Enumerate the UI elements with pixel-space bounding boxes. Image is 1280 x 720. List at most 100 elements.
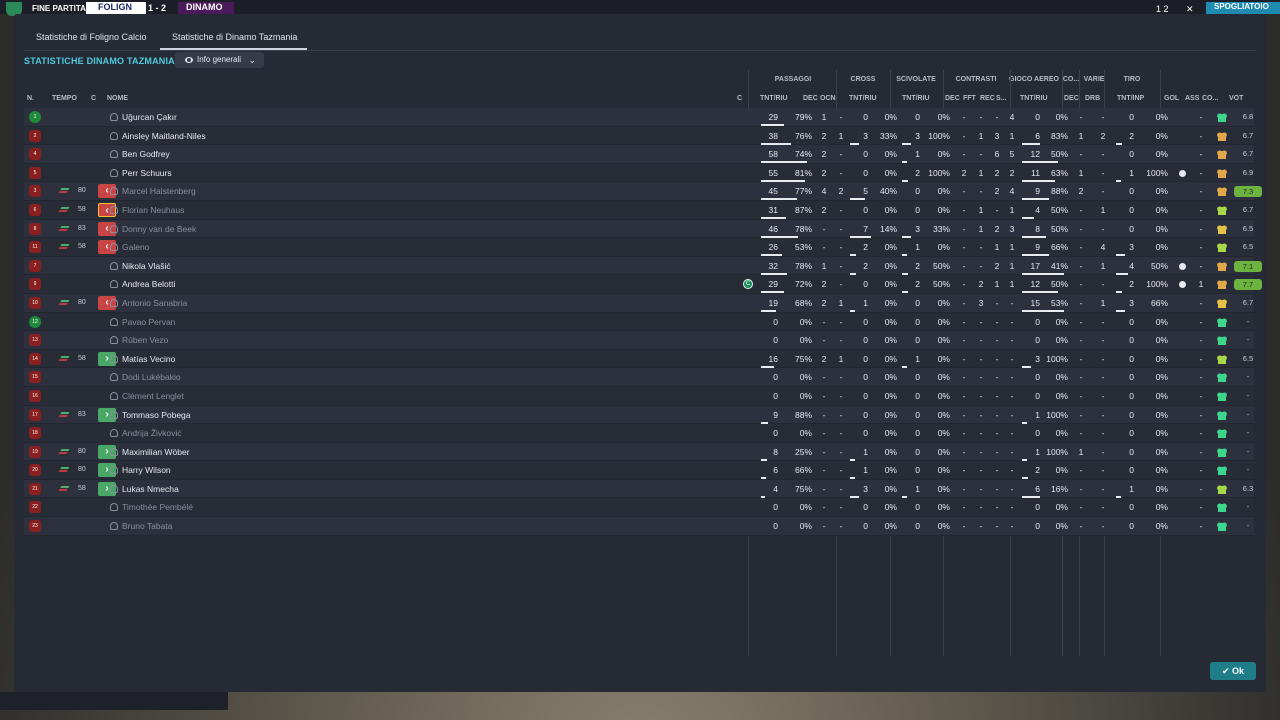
header-aereo-tnt[interactable]: TNT/RIU	[1020, 95, 1048, 102]
header-ass[interactable]: ASS	[1185, 95, 1199, 102]
tackle-ratio: 0%	[937, 335, 950, 346]
header-pass-ocn[interactable]: OCN	[820, 95, 836, 102]
table-row[interactable]: 23Bruno Tabata00%--00%00%-----00%--00%--	[24, 517, 1254, 536]
header-tiro-tnt[interactable]: TNT/INP	[1117, 95, 1144, 102]
shirt-number-icon: 3	[29, 185, 41, 198]
tab-foligno-stats[interactable]: Statistiche di Foligno Calcio	[36, 32, 147, 50]
table-row[interactable]: 22Timothée Pembélé00%--00%00%-----00%--0…	[24, 498, 1254, 518]
header-cross-tnt[interactable]: TNT/RIU	[849, 95, 877, 102]
header-co-dec[interactable]: DEC	[1064, 95, 1079, 102]
header-time: TEMPO	[52, 95, 77, 102]
table-row[interactable]: 1080‹Antonio Sanabria1968%2110%00%-3---1…	[24, 293, 1254, 313]
header-s[interactable]: S...	[996, 95, 1007, 102]
player-name[interactable]: Uğurcan Çakır	[110, 112, 177, 122]
player-name[interactable]: Andrija Živković	[110, 428, 182, 438]
player-name[interactable]: Ainsley Maitland-Niles	[110, 131, 206, 141]
table-row[interactable]: 7Nikola Vlašić3278%1-20%250%--2-11741%-1…	[24, 256, 1262, 276]
substitution-icon	[58, 299, 70, 305]
aerial-attempts: 6	[1035, 130, 1040, 141]
player-name[interactable]: Clément Lenglet	[110, 391, 184, 401]
header-contrasti-dec[interactable]: DEC	[945, 95, 960, 102]
header-pass-dec[interactable]: DEC	[803, 95, 818, 102]
player-name[interactable]: Tommaso Pobega	[110, 410, 191, 420]
condition-heart-icon	[1218, 392, 1226, 401]
player-name[interactable]: Florian Neuhaus	[110, 205, 184, 215]
contrasti-fft: 1	[978, 223, 984, 234]
header-rec[interactable]: REC	[980, 95, 995, 102]
table-row[interactable]: 12Pavao Pervan00%--00%00%-----00%--00%--	[24, 312, 1254, 332]
player-name[interactable]: Pavao Pervan	[110, 317, 175, 327]
tackle-attempts: 0	[915, 465, 920, 476]
cross-ratio: 0%	[884, 446, 897, 457]
player-name[interactable]: Donny van de Beek	[110, 224, 196, 234]
aerial-attempts: 0	[1035, 372, 1040, 383]
contrasti-fft: -	[979, 465, 983, 476]
table-row[interactable]: 9Andrea BelottiC2972%2-00%250%-21-11250%…	[24, 275, 1262, 294]
aerial-ratio: 0%	[1055, 316, 1068, 327]
table-row[interactable]: 13Rúben Vezo00%--00%00%-----00%--00%--	[24, 331, 1254, 350]
player-name[interactable]: Matías Vecino	[110, 354, 175, 364]
player-name[interactable]: Galeno	[110, 242, 149, 252]
table-row[interactable]: 1158‹Galeno2653%--20%10%--1-1966%-430%-6…	[24, 238, 1254, 257]
table-row[interactable]: 5Perr Schuurs5581%2-00%2100%212221163%1-…	[24, 163, 1254, 183]
player-name[interactable]: Rúben Vezo	[110, 335, 168, 345]
contrasti-dec: -	[962, 335, 966, 346]
contrasti-dec: -	[962, 149, 966, 160]
pass-attempts: 58	[768, 149, 778, 160]
shot-ratio: 0%	[1155, 353, 1168, 364]
header-condition[interactable]: CO...	[1202, 95, 1218, 102]
player-name[interactable]: Antonio Sanabria	[110, 298, 187, 308]
aerial-ratio: 63%	[1050, 167, 1068, 178]
contrasti-rec: 2	[994, 186, 1000, 197]
table-row[interactable]: 16Clément Lenglet00%--00%00%-----00%--00…	[24, 386, 1254, 406]
dressing-room-button[interactable]: SPOGLIATOIO	[1206, 2, 1280, 14]
ok-button[interactable]: ✔ Ok	[1210, 662, 1256, 680]
header-gol[interactable]: GOL	[1164, 95, 1179, 102]
view-dropdown[interactable]: Info generali ⌄	[175, 52, 264, 68]
header-name[interactable]: NOME	[107, 95, 128, 102]
player-name[interactable]: Nikola Vlašić	[110, 261, 171, 271]
condition-heart-icon	[1218, 430, 1226, 439]
aerial-ratio: 100%	[1046, 446, 1068, 457]
player-name[interactable]: Maximilian Wöber	[110, 447, 190, 457]
table-row[interactable]: 1980›Maximilian Wöber825%--10%00%-----11…	[24, 442, 1254, 462]
cross-attempts: 1	[863, 297, 868, 308]
header-pass-tnt[interactable]: TNT/RIU	[760, 95, 788, 102]
header-sciv-tnt[interactable]: TNT/RIU	[902, 95, 930, 102]
player-name[interactable]: Timothée Pembélé	[110, 502, 193, 512]
dribbles: -	[1101, 335, 1105, 346]
table-row[interactable]: 1Uğurcan Çakır2979%1-00%00%----400%--00%…	[24, 108, 1254, 127]
player-name[interactable]: Lukas Nmecha	[110, 484, 179, 494]
player-name[interactable]: Ben Godfrey	[110, 149, 170, 159]
pass-ocn: -	[839, 372, 843, 383]
contrasti-s: 2	[1009, 167, 1015, 178]
player-name[interactable]: Andrea Belotti	[110, 279, 175, 289]
table-row[interactable]: 18Andrija Živković00%--00%00%-----00%--0…	[24, 424, 1254, 443]
header-rating[interactable]: VOT	[1229, 95, 1243, 102]
table-row[interactable]: 4Ben Godfrey5874%2-00%10%--6-51250%--00%…	[24, 145, 1254, 164]
shot-attempts: 0	[1129, 353, 1134, 364]
table-row[interactable]: 380‹Marcel Halstenberg4577%42540%00%--2-…	[24, 182, 1262, 201]
pass-dec: 2	[821, 130, 827, 141]
substitution-icon	[58, 206, 70, 212]
player-name[interactable]: Dodi Lukébakio	[110, 372, 181, 382]
table-row[interactable]: 2080›Harry Wilson666%--10%00%-----20%--0…	[24, 461, 1254, 480]
header-drb[interactable]: DRB	[1085, 95, 1100, 102]
aerial-attempts: 6	[1035, 483, 1040, 494]
table-row[interactable]: 2158›Lukas Nmecha475%--30%10%-----616%--…	[24, 479, 1254, 499]
table-row[interactable]: 2 Ainsley Maitland-Niles 38 76% 2 1 3 33% 3 100% -…	[24, 126, 1254, 146]
table-row[interactable]: 1458›Matías Vecino1675%2100%10%-----3100…	[24, 349, 1254, 369]
table-row[interactable]: 658‹Florian Neuhaus3187%2-00%00%-1--1450…	[24, 200, 1254, 220]
table-row[interactable]: 15Dodi Lukébakio00%--00%00%-----00%--00%…	[24, 368, 1254, 387]
player-name[interactable]: Perr Schuurs	[110, 168, 172, 178]
table-row[interactable]: 883‹Donny van de Beek4678%--714%333%-12-…	[24, 219, 1254, 239]
minutes-played: 58	[78, 484, 86, 492]
player-name[interactable]: Marcel Halstenberg	[110, 186, 196, 196]
player-name[interactable]: Bruno Tabata	[110, 521, 172, 531]
table-row[interactable]: 1783›Tommaso Pobega988%--00%00%-----1100…	[24, 405, 1254, 425]
tackle-attempts: 0	[915, 316, 920, 327]
pass-dec: -	[822, 521, 826, 532]
contrasti-dec: -	[962, 204, 966, 215]
header-fft[interactable]: FFT	[963, 95, 976, 102]
player-name[interactable]: Harry Wilson	[110, 465, 171, 475]
